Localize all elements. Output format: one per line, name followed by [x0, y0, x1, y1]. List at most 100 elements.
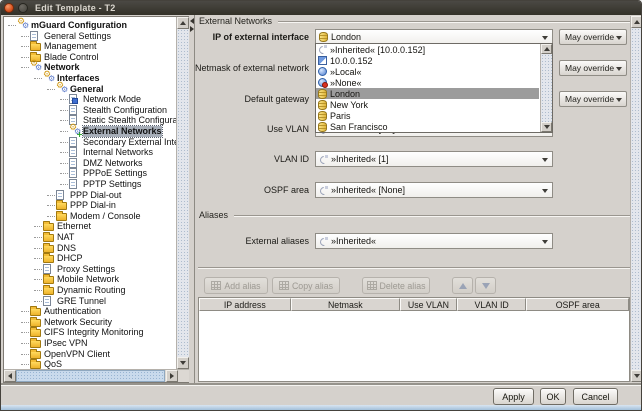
tree-item-dhcp[interactable]: DHCP — [4, 253, 176, 264]
tree-item-qos[interactable]: QoS — [4, 359, 176, 369]
close-icon[interactable] — [4, 3, 14, 13]
panel-scroll-track[interactable] — [631, 28, 642, 370]
tree-connector-line — [47, 216, 55, 217]
tree-item-dns[interactable]: DNS — [4, 243, 176, 254]
tree-item-proxy-settings[interactable]: Proxy Settings — [4, 264, 176, 275]
inherit-icon — [319, 186, 328, 195]
tree-item-gre-tunnel[interactable]: GRE Tunnel — [4, 296, 176, 307]
table-delete-icon — [367, 281, 377, 290]
panel-scroll-up-icon[interactable] — [631, 16, 642, 28]
tree-item-label: Authentication — [44, 306, 101, 317]
section-divider — [278, 21, 631, 22]
dropdown-item-label: London — [330, 89, 360, 99]
combo-ospf-area[interactable]: »Inherited« [None] — [315, 182, 553, 198]
tree-item-pptp-settings[interactable]: PPTP Settings — [4, 179, 176, 190]
move-down-button[interactable] — [475, 277, 496, 294]
delete-alias-button[interactable]: Delete alias — [362, 277, 430, 294]
tree-item-dynamic-routing[interactable]: Dynamic Routing — [4, 285, 176, 296]
globe-icon — [318, 67, 327, 76]
tree-item-general-settings[interactable]: General Settings — [4, 31, 176, 42]
apply-button[interactable]: Apply — [493, 388, 534, 405]
tree-item-mguard-configuration[interactable]: ⚙⚙mGuard Configuration — [4, 20, 176, 31]
tree-item-dmz-networks[interactable]: DMZ Networks — [4, 158, 176, 169]
tree-horizontal-scrollbar[interactable] — [4, 369, 189, 382]
tree-item-network-security[interactable]: Network Security — [4, 317, 176, 328]
table-header-ospf-area[interactable]: OSPF area — [526, 298, 629, 311]
dropdown-item-new-york[interactable]: New York — [316, 99, 539, 110]
tree-item-general[interactable]: ⚙⚙General — [4, 84, 176, 95]
table-header-vlan-id[interactable]: VLAN ID — [457, 298, 527, 311]
override-combo-0[interactable]: May override — [559, 29, 627, 45]
table-header-use-vlan[interactable]: Use VLAN — [400, 298, 457, 311]
tree-item-label: Dynamic Routing — [57, 285, 126, 296]
tree-item-authentication[interactable]: Authentication — [4, 306, 176, 317]
field-label-netmask-of-external-network: Netmask of external network — [159, 60, 309, 76]
tree-item-label: PPPoE Settings — [83, 168, 147, 179]
dropdown-item--local-[interactable]: »Local« — [316, 66, 539, 77]
table-header-ip-address[interactable]: IP address — [199, 298, 291, 311]
tree-item-label: mGuard Configuration — [31, 20, 127, 31]
panel-scroll-down-icon[interactable] — [631, 370, 642, 382]
tree-item-ppp-dial-out[interactable]: PPP Dial-out — [4, 190, 176, 201]
dropdown-item-paris[interactable]: Paris — [316, 111, 539, 122]
tree-item-ipsec-vpn[interactable]: IPsec VPN — [4, 338, 176, 349]
tree-item-openvpn-client[interactable]: OpenVPN Client — [4, 349, 176, 360]
tree-item-ethernet[interactable]: Ethernet — [4, 221, 176, 232]
dropdown-item-10-0-0-152[interactable]: 10.0.0.152 — [316, 55, 539, 66]
tree-item-internal-networks[interactable]: Internal Networks — [4, 147, 176, 158]
collapse-left-icon[interactable] — [190, 18, 194, 24]
override-combo-2[interactable]: May override — [559, 91, 627, 107]
tree-item-label: Modem / Console — [70, 211, 141, 222]
cancel-button[interactable]: Cancel — [573, 388, 618, 405]
scroll-up-icon[interactable] — [177, 17, 189, 29]
document-icon — [69, 105, 77, 115]
tree-item-modem-console[interactable]: Modem / Console — [4, 211, 176, 222]
move-up-button[interactable] — [452, 277, 473, 294]
tree-item-management[interactable]: Management — [4, 41, 176, 52]
tree-item-mobile-network[interactable]: Mobile Network — [4, 274, 176, 285]
tree-item-static-stealth-configuration[interactable]: Static Stealth Configuration — [4, 115, 176, 126]
tree-item-external-networks[interactable]: ⚙⚙+External Networks — [4, 126, 176, 137]
dropdown-item-san-francisco[interactable]: San Francisco — [316, 122, 539, 133]
aliases-section-divider — [234, 215, 631, 216]
tree-item-pppoe-settings[interactable]: PPPoE Settings — [4, 168, 176, 179]
panel-vertical-scrollbar[interactable] — [630, 16, 642, 382]
titlebar[interactable]: Edit Template - T2 — [1, 1, 641, 15]
scroll-right-icon[interactable] — [166, 370, 178, 382]
scroll-down-icon[interactable] — [177, 357, 189, 369]
section-title-external-networks: External Networks — [199, 16, 272, 26]
add-alias-button[interactable]: Add alias — [204, 277, 268, 294]
dropdown-item-london[interactable]: London — [316, 88, 539, 99]
dropdown-item-label: Paris — [330, 111, 351, 121]
tree-item-label: QoS — [44, 359, 62, 369]
dropdown-scroll-down-icon[interactable] — [541, 122, 552, 132]
config-tree: ⚙⚙mGuard ConfigurationGeneral SettingsMa… — [4, 17, 176, 369]
tree-item-ppp-dial-in[interactable]: PPP Dial-in — [4, 200, 176, 211]
combo-vlan-id[interactable]: »Inherited« [1] — [315, 151, 553, 167]
minimize-icon[interactable] — [18, 3, 28, 13]
override-combo-1[interactable]: May override — [559, 60, 627, 76]
tree-item-cifs-integrity-monitoring[interactable]: CIFS Integrity Monitoring — [4, 327, 176, 338]
dropdown-scroll-up-icon[interactable] — [541, 44, 552, 54]
table-header-netmask[interactable]: Netmask — [291, 298, 400, 311]
tree-item-network[interactable]: ⚙⚙Network — [4, 62, 176, 73]
dropdown-item--inherited-10-0-0-152-[interactable]: »Inherited« [10.0.0.152] — [316, 44, 539, 55]
tree-item-secondary-external-interface[interactable]: Secondary External Interface — [4, 137, 176, 148]
tree-item-label: Internal Networks — [83, 147, 153, 158]
tree-horizontal-scroll-thumb[interactable] — [16, 370, 165, 382]
dropdown-scrollbar[interactable] — [540, 44, 552, 132]
tree-item-nat[interactable]: NAT — [4, 232, 176, 243]
dropdown-scroll-track[interactable] — [541, 54, 552, 122]
external-aliases-combo[interactable]: »Inherited« — [315, 233, 553, 249]
tree-item-stealth-configuration[interactable]: Stealth Configuration — [4, 105, 176, 116]
copy-alias-button[interactable]: Copy alias — [272, 277, 340, 294]
scroll-left-icon[interactable] — [4, 370, 16, 382]
tree-connector-line — [21, 36, 29, 37]
field-label-ospf-area: OSPF area — [159, 182, 309, 198]
footer-divider — [1, 383, 642, 385]
tree-item-label: DHCP — [57, 253, 83, 264]
tree-item-network-mode[interactable]: Network Mode — [4, 94, 176, 105]
ok-button[interactable]: OK — [540, 388, 566, 405]
tree-item-interfaces[interactable]: ⚙⚙Interfaces — [4, 73, 176, 84]
dropdown-item--none-[interactable]: »None« — [316, 77, 539, 88]
